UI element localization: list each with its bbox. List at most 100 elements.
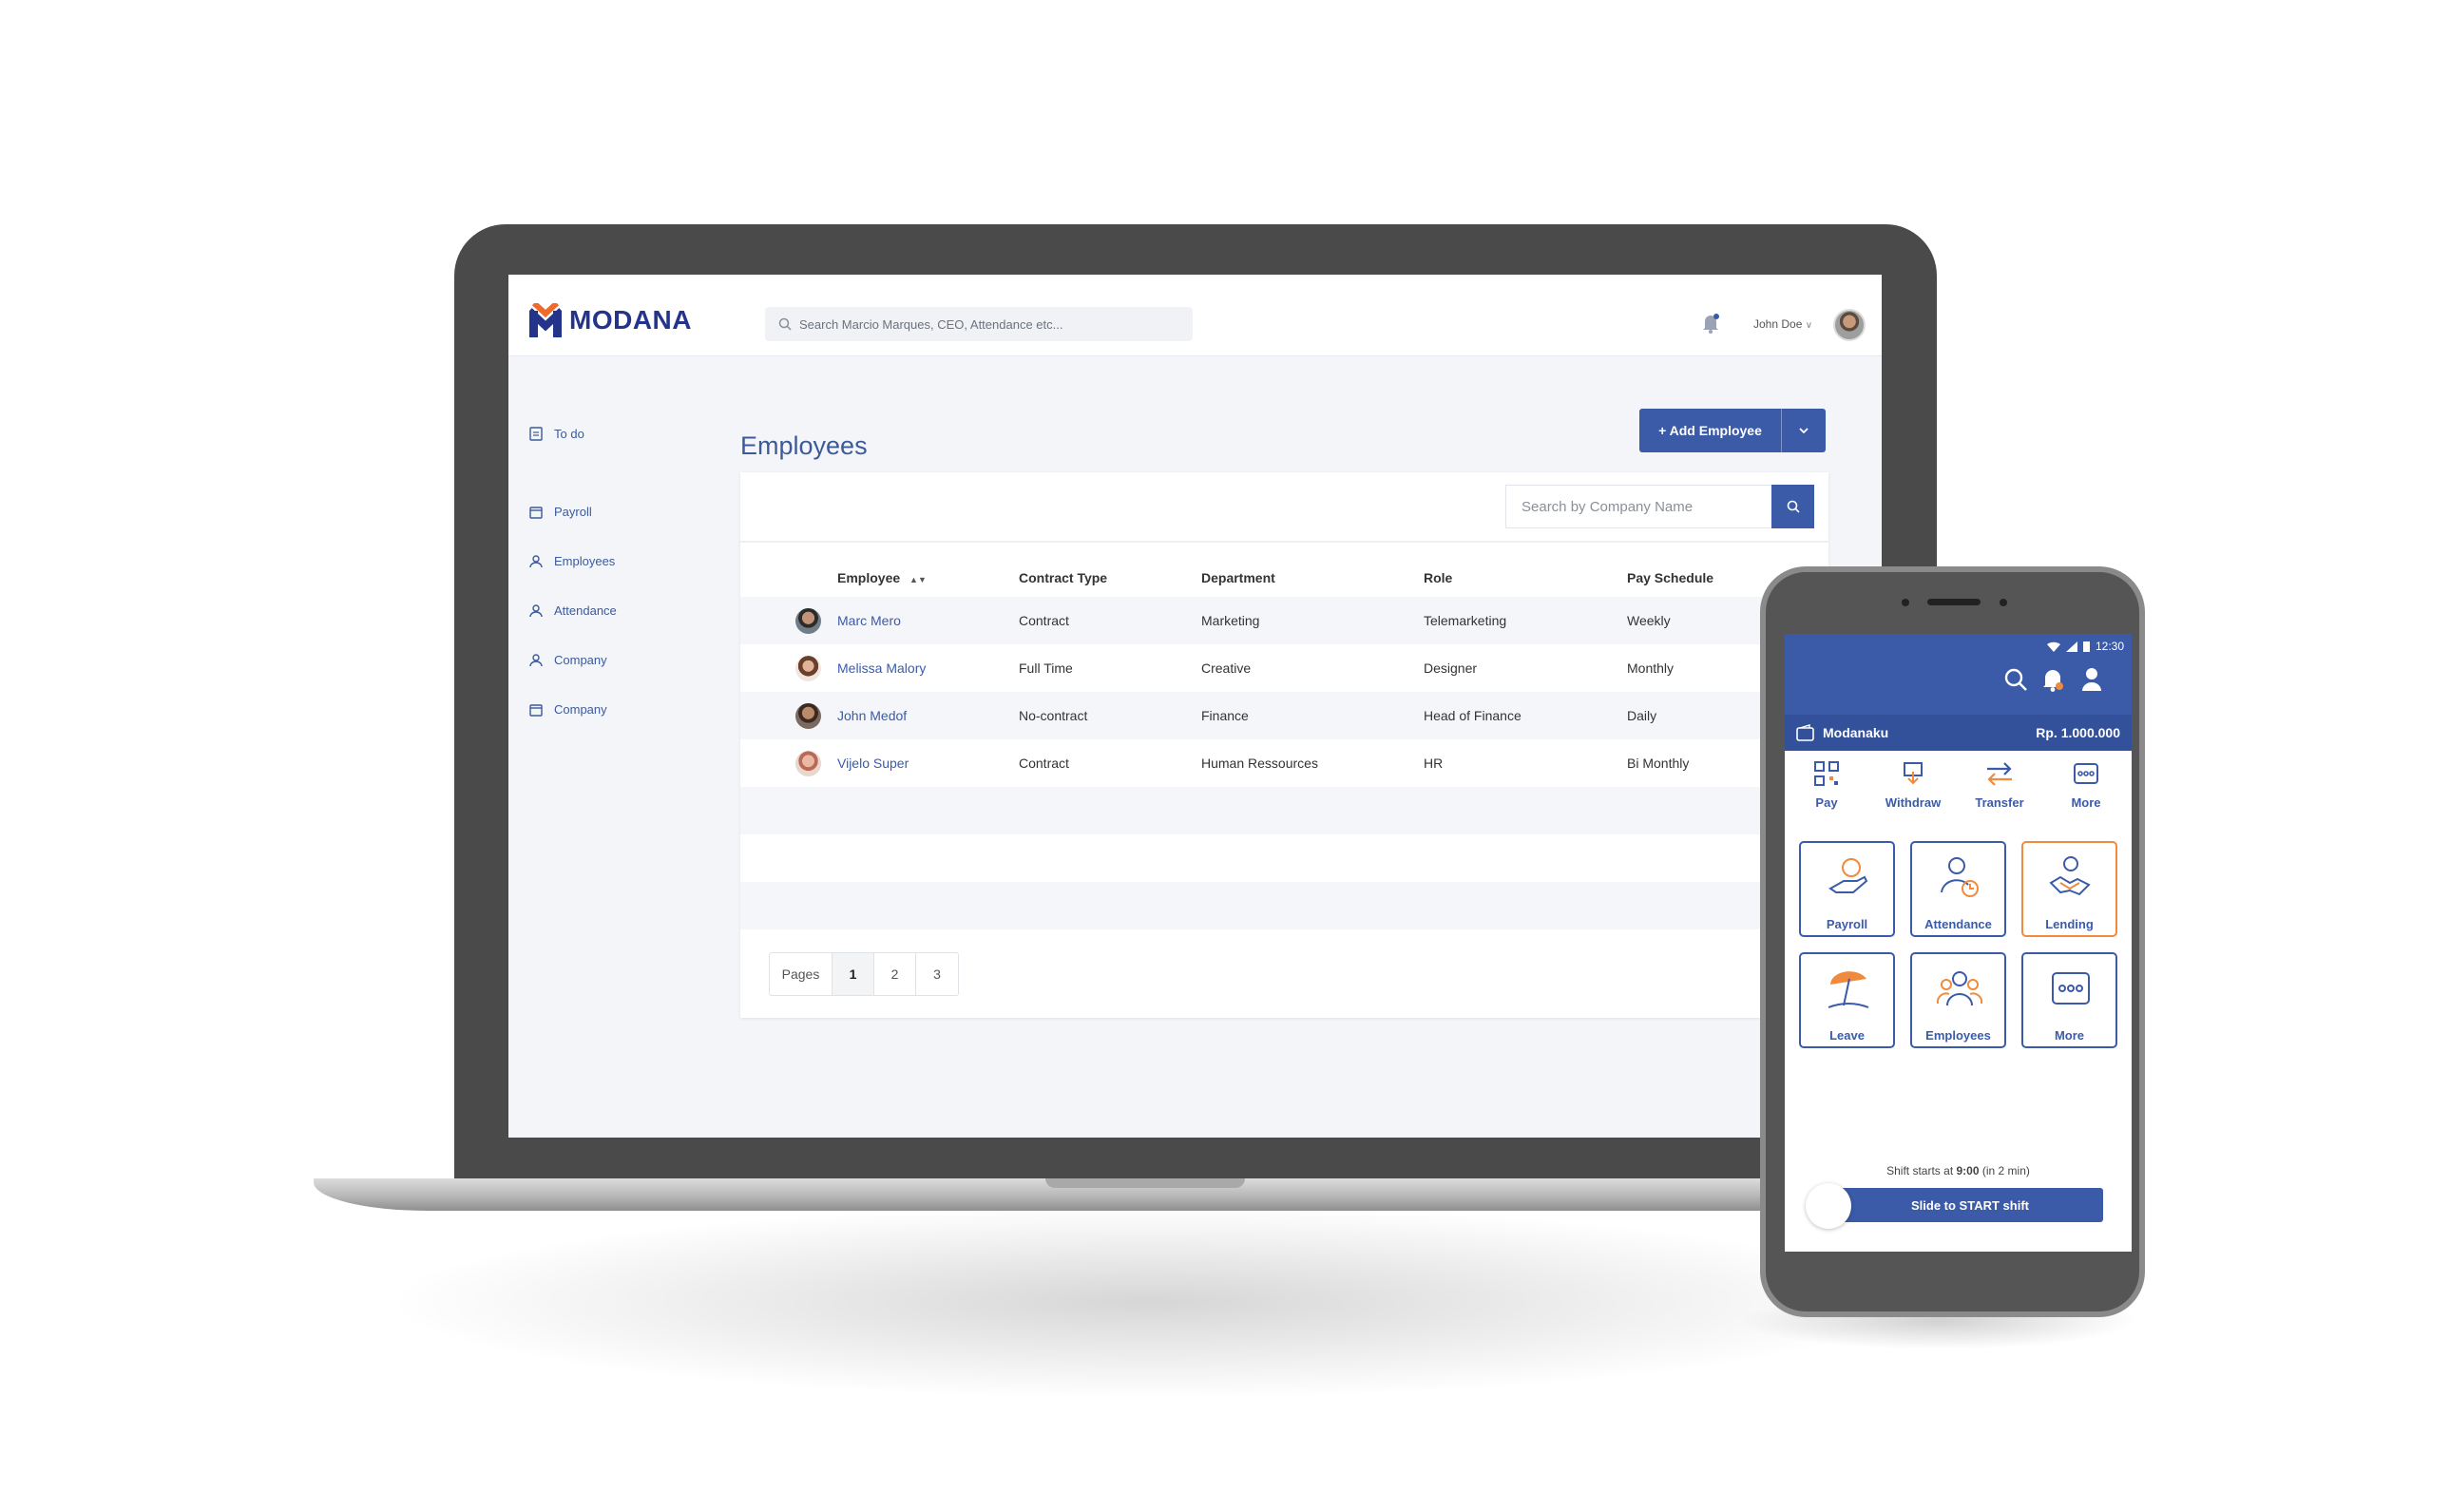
modana-logo-icon [526,300,565,337]
sidebar-item-attendance[interactable]: Attendance [529,603,617,618]
employee-name-link[interactable]: Melissa Malory [837,660,926,676]
page-button-3[interactable]: 3 [916,953,958,995]
quick-action-label: Pay [1815,795,1838,810]
shift-info: Shift starts at 9:00 (in 2 min) [1785,1164,2132,1177]
sidebar-item-company-2[interactable]: Company [529,702,607,717]
column-header-employee[interactable]: Employee ▲▼ [837,570,927,585]
phone-frame: 12:30 Modanaku Rp. 1.000.000 Pay Withdra… [1760,566,2145,1317]
contract-type-cell: Contract [1019,613,1069,628]
quick-action-more[interactable]: More [2048,760,2124,810]
calendar-icon [529,703,543,717]
contract-type-cell: Contract [1019,756,1069,771]
contract-type-cell: No-contract [1019,708,1088,723]
clipboard-icon [529,427,543,441]
beach-umbrella-icon [1828,971,1869,1008]
phone-speaker [1927,599,1981,605]
employee-name-link[interactable]: Marc Mero [837,613,901,628]
laptop-screen: MODANA Search Marcio Marques, CEO, Atten… [508,275,1882,1138]
global-search-placeholder: Search Marcio Marques, CEO, Attendance e… [799,316,1063,332]
employees-table-card: Search by Company Name Employee ▲▼ Contr… [740,472,1828,1018]
sidebar: To do Payroll Employees Attendance Compa… [508,356,718,1138]
column-header-role[interactable]: Role [1424,570,1452,585]
table-row-empty [740,882,1828,929]
quick-action-withdraw[interactable]: Withdraw [1875,760,1951,810]
shift-suffix: (in 2 min) [1979,1164,2030,1177]
table-row[interactable]: Vijelo Super Contract Human Ressources H… [740,739,1828,787]
slide-to-start-shift[interactable]: Slide to START shift [1837,1188,2103,1222]
sidebar-item-payroll[interactable]: Payroll [529,505,592,519]
employee-name-link[interactable]: John Medof [837,708,907,723]
role-cell: HR [1424,756,1444,771]
sidebar-item-employees[interactable]: Employees [529,554,615,568]
brand-name: MODANA [569,305,692,335]
phone-header: 12:30 Modanaku Rp. 1.000.000 [1785,634,2132,751]
tile-lending[interactable]: Lending [2021,841,2117,937]
wifi-icon [2046,641,2060,652]
sidebar-item-todo[interactable]: To do [529,426,584,441]
sort-icon: ▲▼ [909,575,927,584]
global-search-input[interactable]: Search Marcio Marques, CEO, Attendance e… [765,307,1193,341]
tile-employees[interactable]: Employees [1910,952,2006,1048]
slider-handle[interactable] [1806,1183,1851,1229]
pagination: Pages 1 2 3 [769,952,959,996]
product-mockup: MODANA Search Marcio Marques, CEO, Atten… [0,0,2450,1512]
department-cell: Creative [1201,660,1252,676]
page-button-2[interactable]: 2 [874,953,916,995]
wallet-name: Modanaku [1823,725,1889,740]
column-header-label: Employee [837,570,901,585]
tile-label: Payroll [1826,917,1868,931]
user-icon [529,653,543,666]
wallet-bar[interactable]: Modanaku Rp. 1.000.000 [1785,715,2132,751]
avatar [795,751,821,776]
user-icon [529,554,543,567]
company-search-input[interactable]: Search by Company Name [1505,485,1771,528]
table-row[interactable]: John Medof No-contract Finance Head of F… [740,692,1828,739]
company-search-placeholder: Search by Company Name [1522,498,1694,515]
page-button-1[interactable]: 1 [833,953,874,995]
payroll-icon [1828,858,1868,893]
employee-name-link[interactable]: Vijelo Super [837,756,909,771]
quick-action-label: More [2071,795,2101,810]
pay-schedule-cell: Daily [1627,708,1657,723]
phone-screen: 12:30 Modanaku Rp. 1.000.000 Pay Withdra… [1785,634,2132,1252]
role-cell: Head of Finance [1424,708,1522,723]
add-employee-button[interactable]: + Add Employee [1639,409,1826,452]
column-header-contract-type[interactable]: Contract Type [1019,570,1107,585]
status-time: 12:30 [2095,640,2124,653]
chevron-down-icon [1799,428,1809,434]
table-row[interactable]: Melissa Malory Full Time Creative Design… [740,644,1828,692]
profile-icon[interactable] [2081,667,2102,692]
avatar [795,608,821,634]
sidebar-item-company[interactable]: Company [529,653,607,667]
avatar[interactable] [1833,309,1866,341]
user-icon [529,603,543,617]
tile-more[interactable]: More [2021,952,2117,1048]
tile-label: Employees [1925,1028,1991,1043]
quick-action-pay[interactable]: Pay [1789,760,1865,810]
sidebar-item-label: Attendance [554,603,617,618]
tile-attendance[interactable]: Attendance [1910,841,2006,937]
page-title: Employees [740,431,868,460]
column-header-department[interactable]: Department [1201,570,1275,585]
bell-icon[interactable] [1701,313,1720,334]
quick-action-transfer[interactable]: Transfer [1962,760,2038,810]
search-icon[interactable] [2003,667,2028,692]
qr-code-icon [1814,761,1839,786]
phone-sensor [1902,599,1909,606]
tile-leave[interactable]: Leave [1799,952,1895,1048]
user-menu[interactable]: John Doe ∨ [1753,317,1812,331]
tile-label: More [2054,1028,2085,1043]
transfer-icon [1987,762,2012,786]
column-header-pay-schedule[interactable]: Pay Schedule [1627,570,1713,585]
role-cell: Telemarketing [1424,613,1507,628]
tile-payroll[interactable]: Payroll [1799,841,1895,937]
tile-label: Attendance [1924,917,1992,931]
bell-icon[interactable] [2041,667,2064,692]
attendance-icon [1941,857,1979,897]
add-employee-dropdown[interactable] [1782,409,1826,452]
contract-type-cell: Full Time [1019,660,1073,676]
shift-prefix: Shift starts at [1886,1164,1957,1177]
table-row[interactable]: Marc Mero Contract Marketing Telemarketi… [740,597,1828,644]
company-search-button[interactable] [1771,485,1814,528]
brand-logo[interactable]: MODANA [526,300,692,337]
